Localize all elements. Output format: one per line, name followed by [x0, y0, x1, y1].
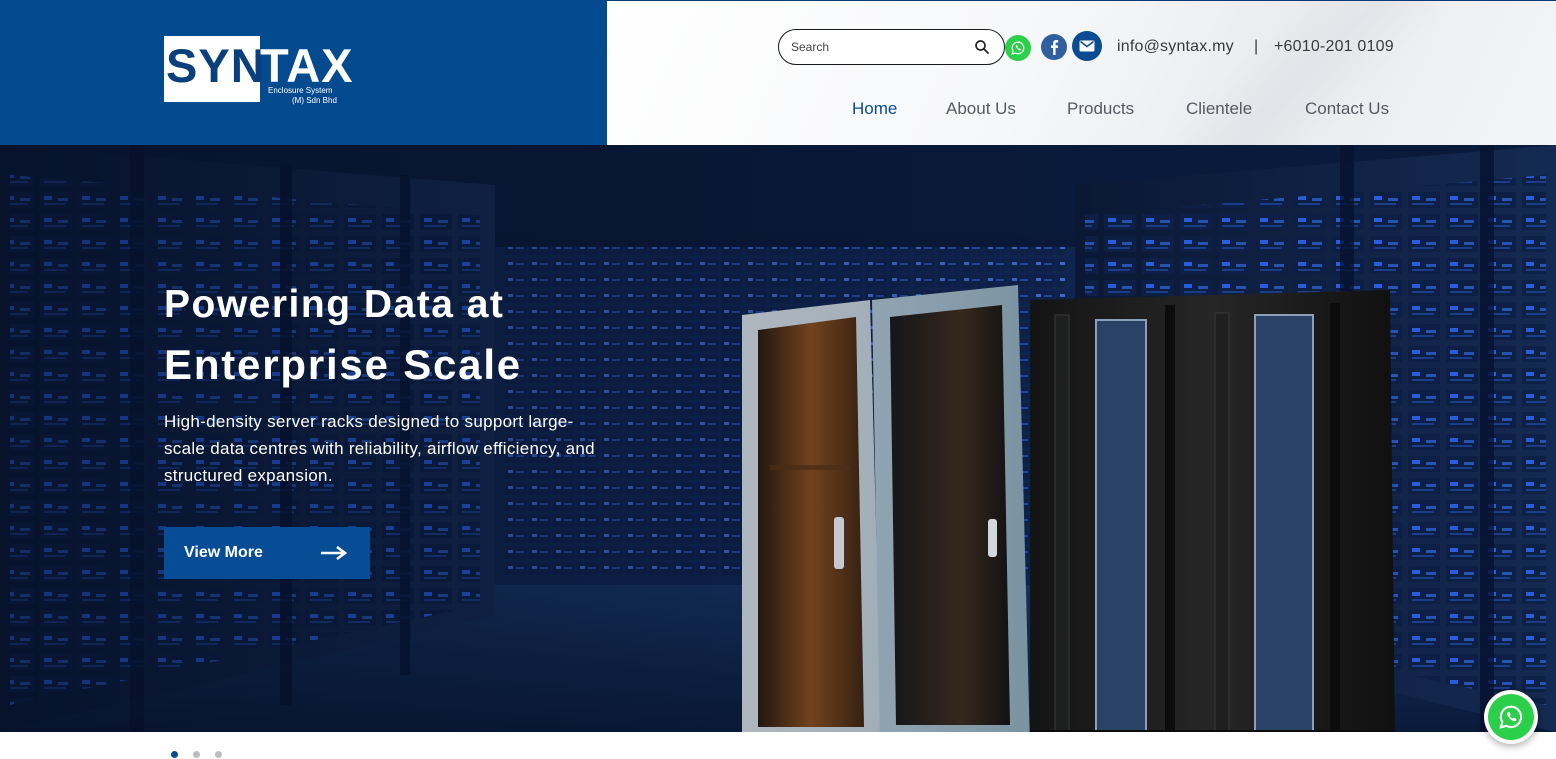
carousel-dot-1[interactable] [171, 751, 178, 758]
header-brand-panel: SYN TAX Enclosure System (M) Sdn Bhd [0, 0, 607, 145]
view-more-button[interactable]: View More [164, 527, 370, 579]
floating-whatsapp-circle [1488, 694, 1534, 740]
mail-icon [1079, 40, 1095, 52]
carousel-dot-2[interactable] [193, 751, 200, 758]
nav-contact-us[interactable]: Contact Us [1305, 99, 1389, 119]
arrow-right-icon [321, 545, 348, 561]
nav-clientele[interactable]: Clientele [1186, 99, 1252, 119]
site-header: SYN TAX Enclosure System (M) Sdn Bhd inf… [0, 0, 1556, 146]
carousel-dot-3[interactable] [215, 751, 222, 758]
syntax-logo[interactable]: SYN TAX Enclosure System (M) Sdn Bhd [164, 36, 356, 106]
view-more-label: View More [184, 544, 263, 561]
carousel-dots [171, 751, 231, 759]
contact-phone-link[interactable]: +6010-201 0109 [1274, 38, 1394, 56]
hero-title-line2: Enterprise Scale [164, 341, 522, 388]
search-box [778, 29, 1005, 65]
search-icon[interactable] [973, 38, 991, 56]
whatsapp-icon [1499, 705, 1523, 729]
logo-text-tax: TAX [260, 39, 354, 92]
whatsapp-link[interactable] [1005, 35, 1031, 61]
facebook-link[interactable] [1041, 34, 1067, 60]
nav-products[interactable]: Products [1067, 99, 1134, 119]
logo-text-syn: SYN [166, 39, 266, 92]
email-link[interactable] [1072, 31, 1102, 61]
hero-description: High-density server racks designed to su… [164, 412, 595, 485]
logo-tagline-2: (M) Sdn Bhd [292, 96, 337, 105]
contact-separator: | [1254, 38, 1259, 55]
floating-whatsapp-button[interactable] [1484, 690, 1538, 744]
whatsapp-icon [1011, 41, 1025, 55]
hero-title-line1: Powering Data at [164, 283, 505, 326]
hero-slider: Powering Data at Enterprise Scale High-d… [0, 145, 1556, 732]
search-input[interactable] [791, 38, 961, 56]
nav-home[interactable]: Home [852, 99, 897, 119]
logo-tagline-1: Enclosure System [268, 86, 333, 95]
facebook-icon [1051, 40, 1059, 55]
contact-email-link[interactable]: info@syntax.my [1117, 38, 1234, 56]
nav-about-us[interactable]: About Us [946, 99, 1016, 119]
header-nav-panel [607, 0, 1556, 146]
